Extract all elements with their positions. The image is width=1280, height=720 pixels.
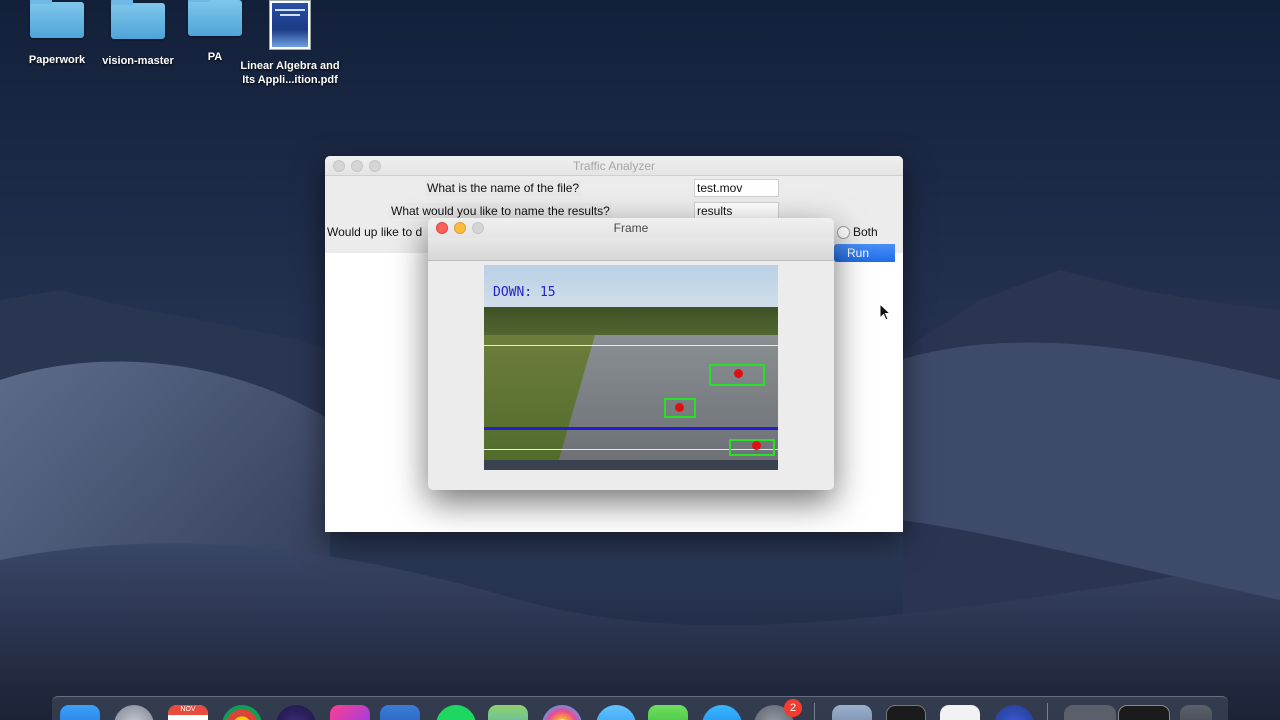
desktop-file-linear-algebra-pdf[interactable]: Linear Algebra and Its Appli...ition.pdf <box>235 0 345 87</box>
minimize-window-icon[interactable] <box>351 160 363 172</box>
radio-both-label: Both <box>853 225 878 239</box>
zoom-window-icon[interactable] <box>369 160 381 172</box>
facetime-icon[interactable] <box>648 705 688 720</box>
traffic-analyzer-titlebar[interactable]: Traffic Analyzer <box>325 156 903 176</box>
document-icon[interactable] <box>940 705 980 720</box>
trash-icon[interactable] <box>1180 705 1212 720</box>
window-title: Traffic Analyzer <box>572 159 656 173</box>
mouse-cursor-icon <box>879 303 891 321</box>
close-window-icon[interactable] <box>333 160 345 172</box>
pdf-thumbnail-icon <box>269 0 311 50</box>
frame-toolbar <box>428 238 834 261</box>
desktop-icon-label-line1: Linear Algebra and <box>240 60 340 72</box>
finder-icon[interactable] <box>60 705 100 720</box>
minimized-window-icon[interactable] <box>1064 705 1116 720</box>
minimized-terminal-icon[interactable] <box>1118 705 1170 720</box>
launchpad-icon[interactable] <box>114 705 154 720</box>
dock-separator <box>814 703 815 720</box>
file-name-field[interactable]: test.mov <box>694 179 779 197</box>
spotify-icon[interactable] <box>436 705 476 720</box>
chrome-icon[interactable] <box>222 705 262 720</box>
minimize-window-icon[interactable] <box>454 222 466 234</box>
upper-count-line <box>484 345 778 346</box>
desktop-icon-label-line2: Its Appli...ition.pdf <box>242 74 338 86</box>
desktop-icon-label: Linear Algebra and Its Appli...ition.pdf <box>235 59 345 87</box>
messages-icon[interactable] <box>596 705 636 720</box>
close-window-icon[interactable] <box>436 222 448 234</box>
calendar-icon[interactable]: NOV <box>168 705 208 720</box>
quicktime-icon[interactable] <box>994 705 1034 720</box>
frame-titlebar[interactable]: Frame <box>428 218 834 238</box>
zoom-window-icon[interactable] <box>472 222 484 234</box>
radio-button-icon[interactable] <box>837 225 850 239</box>
terminal-icon[interactable] <box>886 705 926 720</box>
folder-icon <box>111 0 165 39</box>
intellij-icon[interactable] <box>330 705 370 720</box>
mode-question-label: Would up like to d <box>327 225 423 239</box>
notification-badge: 2 <box>784 699 802 717</box>
vehicle-centroid-dot <box>734 369 743 378</box>
video-frame: DOWN: 15 <box>484 265 778 470</box>
folder-icon <box>30 0 84 38</box>
eclipse-icon[interactable] <box>276 705 316 720</box>
run-button[interactable]: Run <box>834 244 895 262</box>
vehicle-centroid-dot <box>675 403 684 412</box>
count-line <box>484 427 778 430</box>
calendar-month-label: NOV <box>168 705 208 715</box>
maps-icon[interactable] <box>488 705 528 720</box>
editor-icon[interactable] <box>380 705 420 720</box>
results-name-label: What would you like to name the results? <box>389 203 612 219</box>
down-counter-label: DOWN: 15 <box>493 285 556 300</box>
dock: NOV 2 <box>52 696 1228 720</box>
window-title: Frame <box>613 221 649 235</box>
radio-both[interactable]: Both <box>837 225 878 239</box>
photos-icon[interactable] <box>542 705 582 720</box>
image-viewer-icon[interactable] <box>832 705 872 720</box>
vehicle-centroid-dot <box>752 441 761 450</box>
app-store-icon[interactable] <box>702 705 742 720</box>
dock-separator <box>1047 703 1048 720</box>
frame-window: Frame DOWN: 15 <box>428 218 834 490</box>
folder-icon <box>188 0 242 36</box>
file-name-label: What is the name of the file? <box>425 180 582 196</box>
